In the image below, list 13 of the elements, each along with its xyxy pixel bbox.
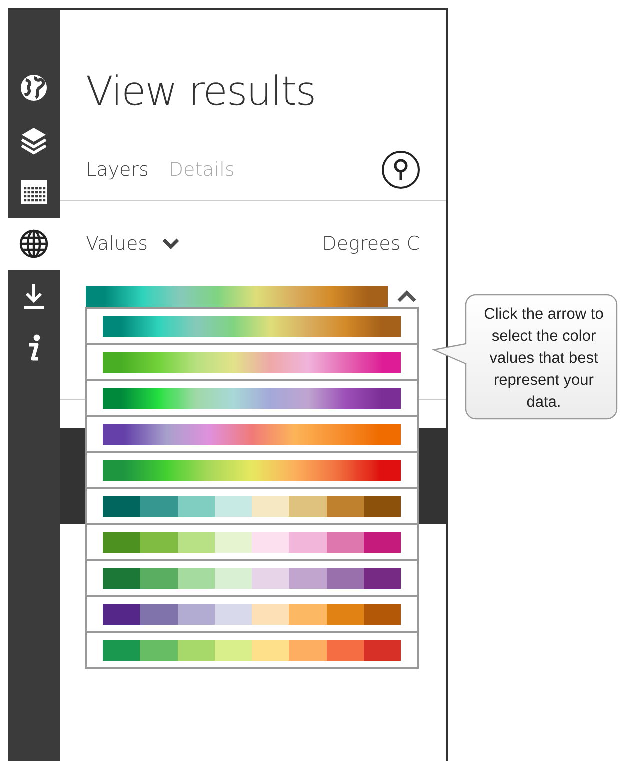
unit-label: Degrees C <box>322 233 420 255</box>
globe-icon <box>19 229 49 259</box>
caret-icon[interactable] <box>396 289 418 303</box>
values-dropdown[interactable]: Values <box>86 233 180 255</box>
calendar-icon <box>19 177 49 207</box>
chevron-down-icon <box>162 238 180 250</box>
tab[interactable]: Layers <box>86 159 149 181</box>
layers-icon <box>19 125 49 155</box>
callout-text: Click the arrow to select the color values that best represent your data. <box>483 305 605 413</box>
panel-title: View results <box>86 68 317 116</box>
pin-icon <box>392 158 410 182</box>
location-pin-button[interactable] <box>382 151 420 189</box>
earth-icon <box>19 73 49 103</box>
